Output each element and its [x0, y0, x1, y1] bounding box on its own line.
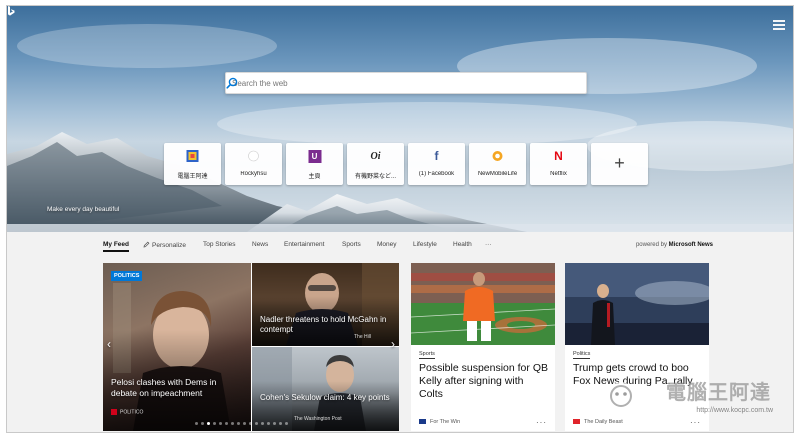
feed-navigation: My Feed Personalize Top Stories News Ent…: [103, 239, 713, 253]
top-site-label: 電腦王阿達: [177, 174, 208, 180]
oi-icon: Oi: [370, 151, 381, 162]
carousel-dot[interactable]: [243, 422, 246, 425]
tab-top-stories[interactable]: Top Stories: [203, 241, 236, 248]
story-nadler[interactable]: Nadler threatens to hold McGahn in conte…: [252, 263, 399, 346]
hero-news-carousel: POLITICS Pelosi clashes with Dems in deb…: [103, 263, 399, 431]
tab-news[interactable]: News: [252, 241, 268, 248]
bing-icon[interactable]: [7, 6, 15, 16]
top-site-label: NewMobileLife: [477, 171, 518, 177]
hamburger-icon[interactable]: [773, 20, 785, 30]
u-letter-icon: U: [308, 150, 321, 163]
powered-by-prefix: powered by: [635, 242, 667, 248]
tab-personalize-label: Personalize: [152, 242, 186, 249]
story-source: POLITICO: [111, 409, 143, 415]
story-pelosi[interactable]: POLITICS Pelosi clashes with Dems in deb…: [103, 263, 251, 431]
top-site-oi[interactable]: Oi 有機野菜など...: [347, 143, 404, 185]
carousel-dot[interactable]: [219, 422, 222, 425]
carousel-dot[interactable]: [273, 422, 276, 425]
news-card[interactable]: Sports Possible suspension for QB Kelly …: [411, 263, 555, 431]
story-title[interactable]: Pelosi clashes with Dems in debate on im…: [111, 377, 243, 399]
more-options-button[interactable]: ···: [536, 418, 547, 427]
pencil-icon: [143, 241, 150, 248]
carousel-dot[interactable]: [207, 422, 210, 425]
top-site-homepage[interactable]: U 主頁: [286, 143, 343, 185]
browser-new-tab-page: 電腦王阿達 Rockyhsu U 主頁 Oi 有機野菜など... f (1) F…: [6, 5, 794, 433]
top-site-newmobilelife[interactable]: NewMobileLife: [469, 143, 526, 185]
story-title[interactable]: Nadler threatens to hold McGahn in conte…: [260, 315, 390, 335]
rockyhsu-icon: [247, 150, 260, 163]
ftw-icon: [419, 419, 426, 425]
top-site-kocpc[interactable]: 電腦王阿達: [164, 143, 221, 185]
more-options-button[interactable]: ···: [690, 418, 701, 427]
top-site-label: 主頁: [308, 174, 321, 180]
story-source: The Washington Post: [294, 416, 342, 422]
card-category[interactable]: Politics: [573, 351, 591, 359]
search-input[interactable]: [232, 76, 552, 91]
newmobilelife-icon: [491, 150, 504, 163]
card-source-label: The Daily Beast: [584, 419, 623, 425]
netflix-icon: N: [554, 149, 563, 163]
tab-sports[interactable]: Sports: [342, 241, 361, 248]
story-photo-trump: [565, 263, 709, 345]
story-photo-football: [411, 263, 555, 345]
add-site-button[interactable]: +: [591, 143, 648, 185]
card-source: The Daily Beast: [573, 419, 623, 425]
card-title[interactable]: Possible suspension for QB Kelly after s…: [419, 362, 549, 401]
carousel-dot[interactable]: [255, 422, 258, 425]
facebook-icon: f: [434, 149, 439, 163]
watermark-text: 電腦王阿達: [666, 382, 771, 404]
carousel-prev-button[interactable]: ‹: [107, 337, 111, 351]
carousel-dot[interactable]: [249, 422, 252, 425]
carousel-dot[interactable]: [201, 422, 204, 425]
carousel-dot[interactable]: [267, 422, 270, 425]
carousel-dot[interactable]: [231, 422, 234, 425]
top-site-label: Netflix: [550, 171, 567, 177]
tab-lifestyle[interactable]: Lifestyle: [413, 241, 437, 248]
carousel-dot[interactable]: [195, 422, 198, 425]
story-title[interactable]: Cohen's Sekulow claim: 4 key points: [260, 393, 390, 403]
top-site-label: 有機野菜など...: [354, 174, 396, 180]
search-box[interactable]: [225, 72, 587, 94]
story-source: The Hill: [354, 334, 371, 340]
carousel-dot[interactable]: [225, 422, 228, 425]
hero-tagline[interactable]: Make every day beautiful: [47, 206, 119, 213]
card-source: For The Win: [419, 419, 460, 425]
kocpc-icon: [186, 150, 199, 163]
tab-my-feed[interactable]: My Feed: [103, 241, 130, 252]
plus-icon: +: [614, 153, 625, 173]
carousel-next-button[interactable]: ›: [391, 337, 395, 351]
top-site-label: Rockyhsu: [240, 171, 267, 177]
politico-icon: [111, 409, 117, 415]
more-tabs-button[interactable]: ···: [485, 241, 492, 248]
carousel-dot[interactable]: [237, 422, 240, 425]
top-site-label: (1) Facebook: [418, 171, 455, 177]
story-source-label: POLITICO: [120, 409, 144, 416]
carousel-dot[interactable]: [285, 422, 288, 425]
top-site-netflix[interactable]: N Netflix: [530, 143, 587, 185]
hero-background: 電腦王阿達 Rockyhsu U 主頁 Oi 有機野菜など... f (1) F…: [7, 6, 793, 232]
carousel-dot[interactable]: [261, 422, 264, 425]
tab-entertainment[interactable]: Entertainment: [284, 241, 324, 248]
powered-by: powered by Microsoft News: [636, 242, 713, 248]
tab-health[interactable]: Health: [453, 241, 472, 248]
daily-beast-icon: [573, 419, 580, 425]
card-source-label: For The Win: [430, 419, 461, 425]
top-site-rockyhsu[interactable]: Rockyhsu: [225, 143, 282, 185]
story-sekulow[interactable]: Cohen's Sekulow claim: 4 key points The …: [252, 347, 399, 431]
search-icon[interactable]: [226, 77, 238, 89]
powered-by-brand[interactable]: Microsoft News: [669, 242, 713, 248]
watermark-url: http://www.kocpc.com.tw: [696, 407, 773, 414]
tab-personalize[interactable]: Personalize: [143, 241, 186, 249]
category-badge: POLITICS: [111, 271, 143, 281]
carousel-dot[interactable]: [279, 422, 282, 425]
top-site-facebook[interactable]: f (1) Facebook: [408, 143, 465, 185]
mountain-landscape: [7, 24, 793, 232]
tab-money[interactable]: Money: [377, 241, 397, 248]
card-category[interactable]: Sports: [419, 351, 435, 359]
carousel-dot[interactable]: [213, 422, 216, 425]
